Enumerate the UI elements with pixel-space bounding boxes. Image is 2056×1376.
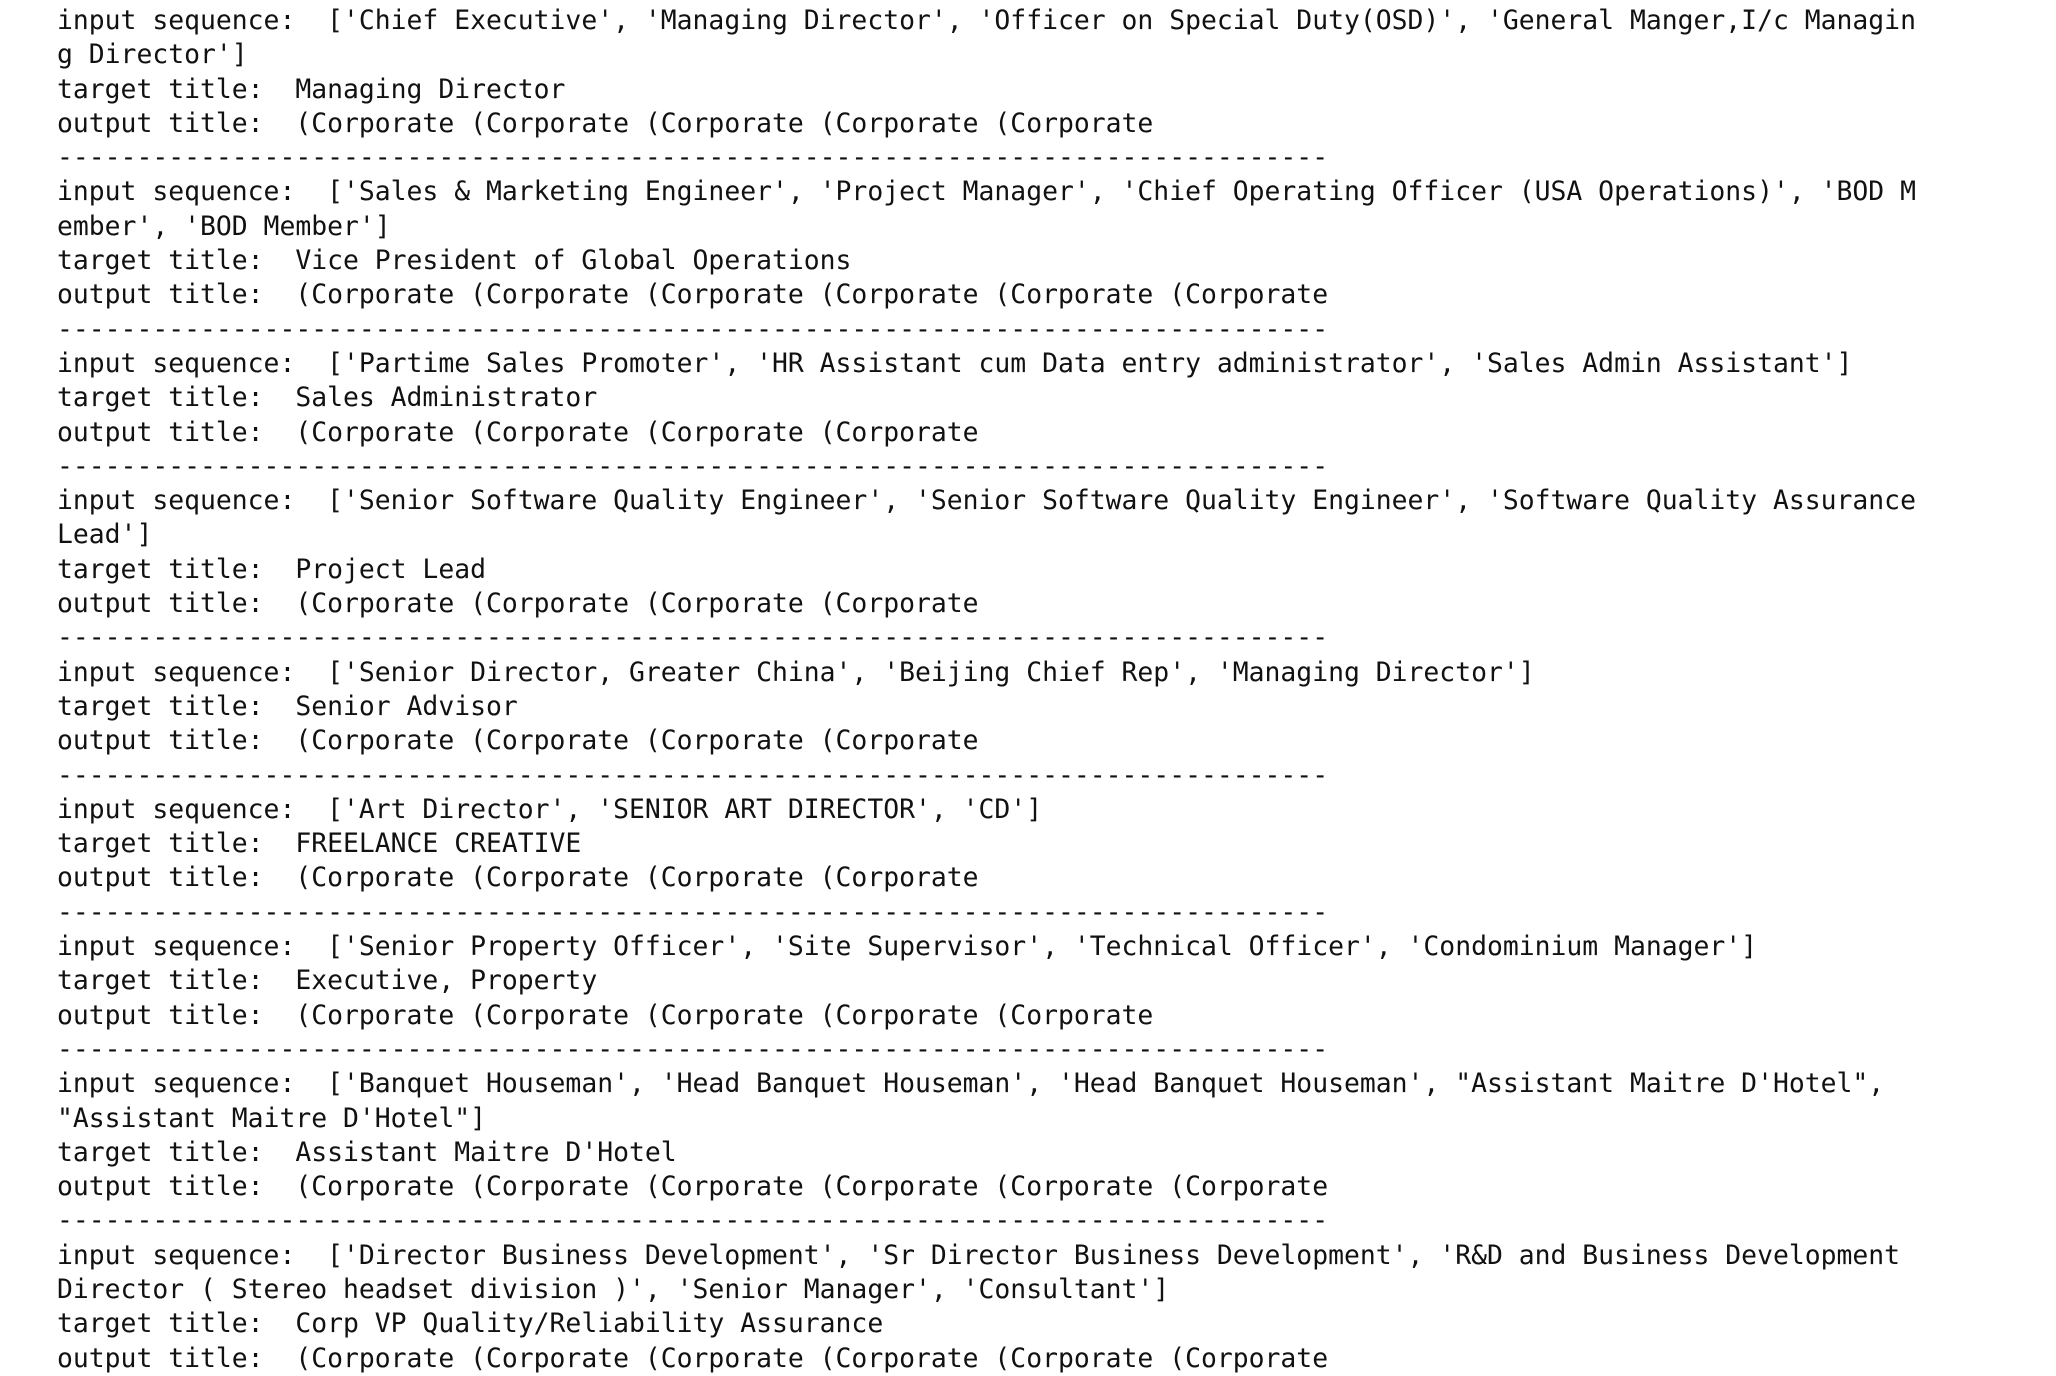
output-record: input sequence: ['Senior Software Qualit… — [57, 484, 2056, 621]
target-title-line: target title: Managing Director — [57, 73, 566, 105]
target-title-line: target title: Corp VP Quality/Reliabilit… — [57, 1308, 884, 1340]
input-sequence-line: input sequence: ['Chief Executive', 'Man… — [57, 5, 1916, 36]
separator-line: ----------------------------------------… — [57, 1033, 1329, 1065]
output-record: input sequence: ['Partime Sales Promoter… — [57, 347, 2056, 450]
output-title-line: output title: (Corporate (Corporate (Cor… — [57, 1171, 1329, 1203]
output-title-line: output title: (Corporate (Corporate (Cor… — [57, 1342, 1329, 1374]
target-title-line: target title: Senior Advisor — [57, 690, 518, 722]
target-title-line: target title: Sales Administrator — [57, 382, 598, 414]
output-record: input sequence: ['Chief Executive', 'Man… — [57, 4, 2056, 141]
output-record: input sequence: ['Banquet Houseman', 'He… — [57, 1067, 2056, 1204]
input-sequence-line: input sequence: ['Partime Sales Promoter… — [57, 347, 1853, 379]
input-sequence-line: input sequence: ['Senior Property Office… — [57, 931, 1758, 963]
separator-line: ----------------------------------------… — [57, 313, 1329, 345]
input-sequence-line: input sequence: ['Director Business Deve… — [57, 1239, 1901, 1271]
target-title-line: target title: Project Lead — [57, 553, 486, 585]
console-output: input sequence: ['Chief Executive', 'Man… — [0, 0, 2056, 1374]
separator-line: ----------------------------------------… — [57, 142, 1329, 174]
input-sequence-continuation: ember', 'BOD Member'] — [57, 210, 391, 242]
output-record: input sequence: ['Senior Director, Great… — [57, 656, 2056, 759]
output-title-line: output title: (Corporate (Corporate (Cor… — [57, 588, 979, 620]
output-title-line: output title: (Corporate (Corporate (Cor… — [57, 416, 979, 448]
output-title-line: output title: (Corporate (Corporate (Cor… — [57, 999, 1154, 1031]
separator-line: ----------------------------------------… — [57, 622, 1329, 654]
target-title-line: target title: Executive, Property — [57, 965, 598, 997]
target-title-line: target title: FREELANCE CREATIVE — [57, 828, 582, 860]
input-sequence-line: input sequence: ['Senior Director, Great… — [57, 656, 1535, 688]
output-title-line: output title: (Corporate (Corporate (Cor… — [57, 279, 1329, 311]
output-title-line: output title: (Corporate (Corporate (Cor… — [57, 725, 979, 757]
output-record: input sequence: ['Sales & Marketing Engi… — [57, 175, 2056, 312]
input-sequence-continuation: Lead'] — [57, 519, 153, 551]
input-sequence-continuation: "Assistant Maitre D'Hotel"] — [57, 1102, 486, 1134]
separator-line: ----------------------------------------… — [57, 450, 1329, 482]
input-sequence-line: input sequence: ['Art Director', 'SENIOR… — [57, 793, 1043, 825]
output-title-line: output title: (Corporate (Corporate (Cor… — [57, 862, 979, 894]
target-title-line: target title: Vice President of Global O… — [57, 245, 852, 277]
input-sequence-continuation: Director ( Stereo headset division )', '… — [57, 1273, 1170, 1305]
separator-line: ----------------------------------------… — [57, 759, 1329, 791]
input-sequence-continuation: g Director'] — [57, 39, 248, 71]
output-record: input sequence: ['Art Director', 'SENIOR… — [57, 793, 2056, 896]
output-record: input sequence: ['Director Business Deve… — [57, 1239, 2056, 1376]
output-title-line: output title: (Corporate (Corporate (Cor… — [57, 107, 1154, 139]
input-sequence-line: input sequence: ['Banquet Houseman', 'He… — [57, 1068, 1885, 1100]
separator-line: ----------------------------------------… — [57, 1205, 1329, 1237]
separator-line: ----------------------------------------… — [57, 896, 1329, 928]
input-sequence-line: input sequence: ['Sales & Marketing Engi… — [57, 176, 1916, 208]
target-title-line: target title: Assistant Maitre D'Hotel — [57, 1136, 677, 1168]
input-sequence-line: input sequence: ['Senior Software Qualit… — [57, 485, 1916, 517]
output-record: input sequence: ['Senior Property Office… — [57, 930, 2056, 1033]
